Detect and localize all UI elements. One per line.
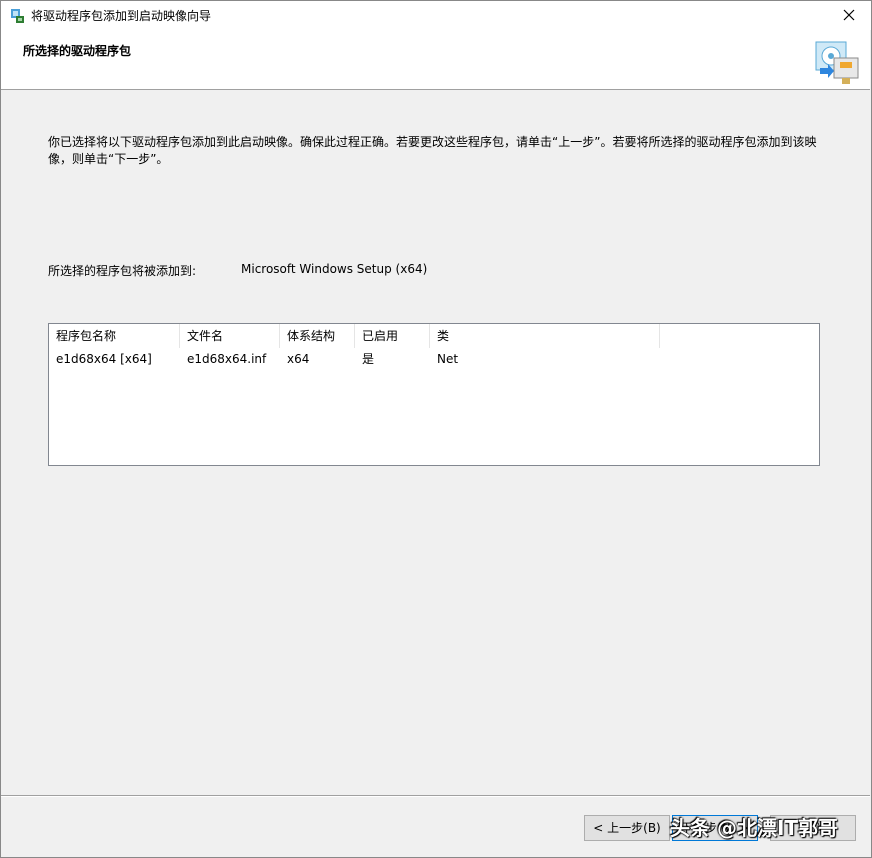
window-title: 将驱动程序包添加到启动映像向导	[31, 9, 212, 23]
title-bar: 将驱动程序包添加到启动映像向导	[0, 0, 872, 30]
cancel-button[interactable]: 取消	[770, 815, 856, 841]
close-icon	[843, 9, 855, 21]
close-button[interactable]	[826, 0, 872, 30]
cell-package-name: e1d68x64 [x64]	[56, 352, 152, 366]
page-title: 所选择的驱动程序包	[23, 44, 132, 58]
column-header-architecture[interactable]: 体系结构	[280, 324, 355, 348]
driver-package-icon	[812, 36, 862, 86]
next-button[interactable]: 下一步(N) >	[672, 815, 758, 841]
back-button[interactable]: < 上一步(B)	[584, 815, 670, 841]
cell-class: Net	[437, 352, 459, 366]
table-row[interactable]: e1d68x64 [x64] e1d68x64.inf x64 是 Net	[49, 348, 819, 370]
cell-architecture: x64	[287, 352, 310, 366]
column-header-package-name[interactable]: 程序包名称	[49, 324, 180, 348]
column-header-enabled[interactable]: 已启用	[355, 324, 430, 348]
driver-package-list[interactable]: 程序包名称 文件名 体系结构 已启用 类 e1d68x64 [x64] e1d6…	[48, 323, 820, 466]
wizard-header: 所选择的驱动程序包	[0, 30, 870, 90]
target-label: 所选择的程序包将被添加到:	[48, 264, 197, 278]
list-header: 程序包名称 文件名 体系结构 已启用 类	[49, 324, 819, 348]
target-image-name: Microsoft Windows Setup (x64)	[241, 262, 428, 276]
cell-file-name: e1d68x64.inf	[187, 352, 267, 366]
wizard-app-icon	[9, 8, 25, 24]
cell-enabled: 是	[362, 352, 375, 366]
footer-divider	[0, 795, 870, 797]
column-header-class[interactable]: 类	[430, 324, 660, 348]
column-header-file-name[interactable]: 文件名	[180, 324, 280, 348]
intro-text: 你已选择将以下驱动程序包添加到此启动映像。确保此过程正确。若要更改这些程序包，请…	[48, 135, 817, 166]
